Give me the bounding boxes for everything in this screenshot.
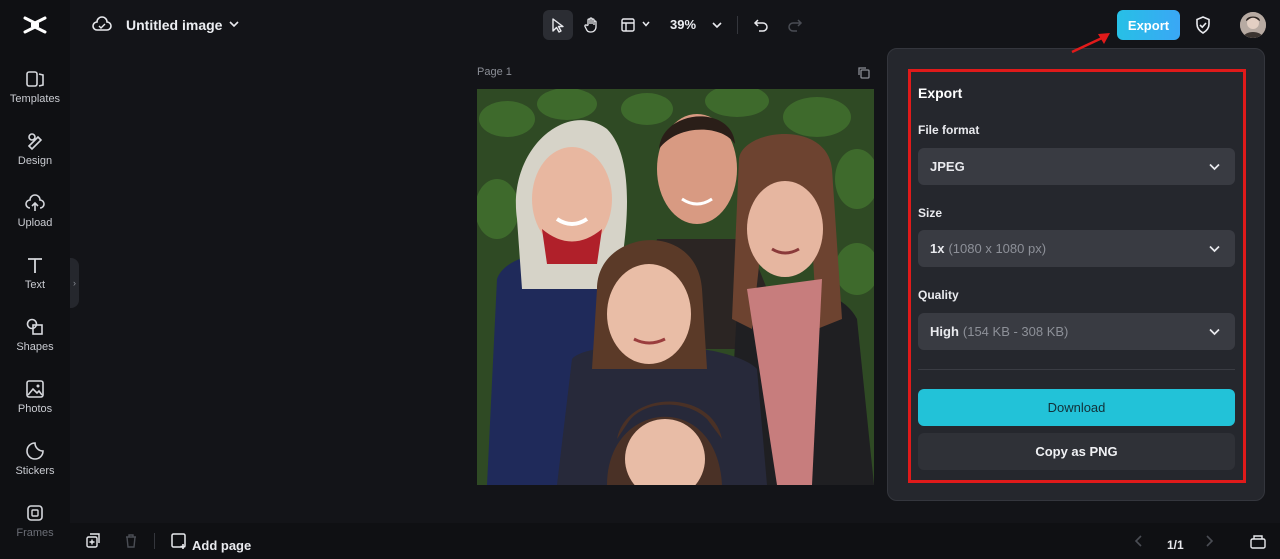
cloud-save-icon[interactable]: [92, 15, 112, 35]
chevron-down-icon[interactable]: [228, 18, 240, 30]
export-button[interactable]: Export: [1117, 10, 1180, 40]
download-button[interactable]: Download: [918, 389, 1235, 426]
zoom-level[interactable]: 39%: [670, 17, 696, 32]
chevron-down-icon: [1209, 245, 1220, 253]
rail-label: Upload: [17, 217, 53, 229]
chevron-down-icon[interactable]: [641, 19, 651, 29]
user-avatar[interactable]: [1240, 12, 1266, 38]
size-select[interactable]: 1x (1080 x 1080 px): [918, 230, 1235, 267]
export-panel-title: Export: [918, 85, 963, 101]
chevron-left-icon[interactable]: [1130, 532, 1148, 550]
rail-item-upload[interactable]: Upload: [0, 192, 70, 248]
rail-item-shapes[interactable]: Shapes: [0, 316, 70, 372]
rail-item-design[interactable]: Design: [0, 130, 70, 186]
trash-icon[interactable]: [122, 532, 140, 550]
rail-item-stickers[interactable]: Stickers: [0, 440, 70, 496]
rail-item-photos[interactable]: Photos: [0, 378, 70, 434]
rail-item-text[interactable]: Text: [0, 254, 70, 310]
chevron-down-icon[interactable]: [711, 19, 723, 31]
chevron-down-icon: [1209, 163, 1220, 171]
copy-as-png-button[interactable]: Copy as PNG: [918, 433, 1235, 470]
page-label: Page 1: [477, 66, 512, 78]
shield-icon[interactable]: [1193, 15, 1213, 35]
file-format-select[interactable]: JPEG: [918, 148, 1235, 185]
cursor-icon: [552, 18, 564, 33]
add-page-button[interactable]: Add page: [192, 538, 251, 553]
undo-icon: [753, 19, 768, 32]
capcut-logo[interactable]: [22, 13, 48, 37]
layout-tool-button[interactable]: [613, 10, 643, 40]
collapse-panel-toggle[interactable]: ›: [70, 258, 79, 308]
select-tool-button[interactable]: [543, 10, 573, 40]
add-page-icon[interactable]: [170, 532, 188, 550]
rail-label: Design: [17, 155, 53, 167]
document-title[interactable]: Untitled image: [126, 17, 222, 33]
chevron-right-icon[interactable]: [1200, 532, 1218, 550]
left-rail: Templates Design Upload Text Shapes Phot…: [0, 0, 70, 559]
bottom-divider: [154, 533, 155, 549]
rail-item-templates[interactable]: Templates: [0, 68, 70, 124]
photos-icon: [26, 380, 44, 398]
annotation-arrow: [1071, 33, 1110, 54]
rail-label: Templates: [9, 93, 61, 105]
shapes-icon: [26, 318, 43, 335]
redo-icon: [788, 19, 803, 32]
family-photo-image: [477, 89, 874, 485]
rail-label: Shapes: [16, 341, 54, 353]
file-format-label: File format: [918, 123, 980, 137]
redo-button[interactable]: [780, 10, 810, 40]
rail-item-frames[interactable]: Frames: [0, 502, 70, 558]
file-format-value: JPEG: [930, 159, 965, 174]
panel-divider: [918, 369, 1235, 370]
upload-icon: [25, 194, 45, 211]
size-value: 1x: [930, 241, 945, 256]
rail-label: Stickers: [15, 465, 55, 477]
design-icon: [27, 133, 43, 151]
add-page-icon[interactable]: [84, 532, 102, 550]
size-label: Size: [918, 206, 943, 220]
layout-icon: [621, 18, 635, 32]
quality-value: High: [930, 324, 959, 339]
hand-tool-button[interactable]: [577, 10, 607, 40]
rail-label: Text: [24, 279, 46, 291]
text-icon: [28, 258, 42, 273]
frames-icon: [27, 505, 43, 521]
stickers-icon: [26, 442, 44, 460]
rail-label: Frames: [16, 527, 54, 539]
size-detail: (1080 x 1080 px): [948, 241, 1047, 256]
quality-label: Quality: [918, 288, 959, 302]
undo-button[interactable]: [746, 10, 776, 40]
avatar-image: [1240, 12, 1266, 38]
quality-detail: (154 KB - 308 KB): [962, 324, 1069, 339]
duplicate-page-icon[interactable]: [857, 66, 871, 80]
pages-panel-icon[interactable]: [1249, 532, 1267, 550]
canvas-photo[interactable]: [477, 89, 874, 485]
quality-select[interactable]: High (154 KB - 308 KB): [918, 313, 1235, 350]
bottom-bar: Add page 1/1: [70, 523, 1280, 559]
templates-icon: [26, 71, 44, 87]
page-counter: 1/1: [1167, 538, 1184, 552]
rail-label: Photos: [17, 403, 53, 415]
toolbar-divider: [737, 16, 738, 34]
hand-icon: [584, 17, 597, 33]
chevron-down-icon: [1209, 328, 1220, 336]
